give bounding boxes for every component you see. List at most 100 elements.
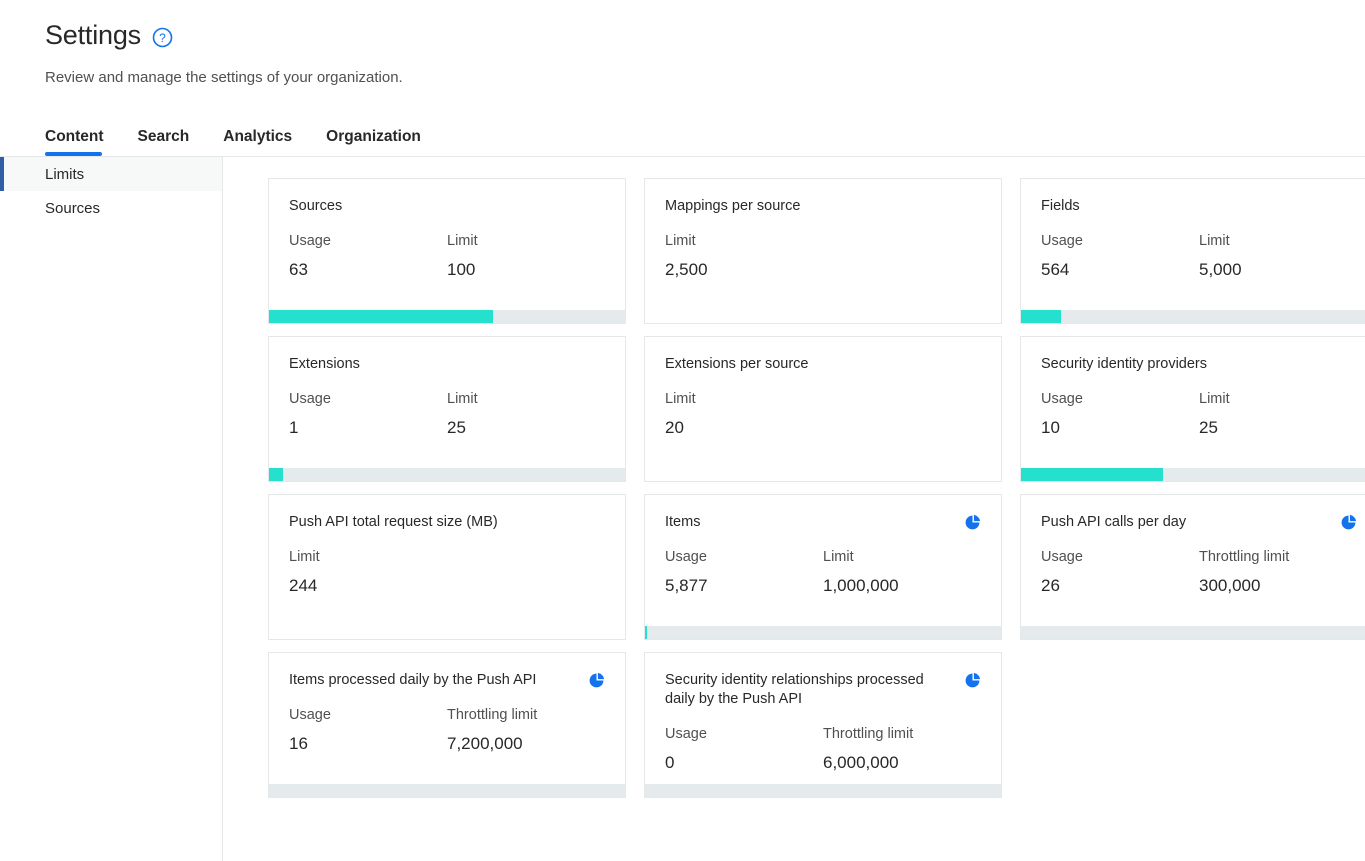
card-title-row: Sources bbox=[289, 197, 605, 216]
usage-metric: Usage 10 bbox=[1041, 390, 1199, 439]
usage-metric: Usage 5,877 bbox=[665, 548, 823, 597]
usage-progress-fill bbox=[269, 310, 494, 323]
limit-metric: Throttling limit 300,000 bbox=[1199, 548, 1357, 597]
usage-progress-bar bbox=[645, 784, 1001, 797]
limit-label: Limit bbox=[1199, 391, 1230, 407]
tab-content[interactable]: Content bbox=[45, 128, 122, 156]
usage-value: 10 bbox=[1041, 418, 1060, 437]
limit-value: 25 bbox=[1199, 418, 1218, 437]
page-subtitle: Review and manage the settings of your o… bbox=[45, 69, 403, 86]
limit-card: Sources Usage 63 Limit 100 bbox=[268, 178, 626, 324]
pie-chart-icon[interactable] bbox=[964, 514, 981, 531]
card-metrics: Usage 63 Limit 100 bbox=[289, 232, 605, 281]
card-title: Items processed daily by the Push API bbox=[289, 672, 537, 688]
usage-progress-fill bbox=[269, 468, 284, 481]
pie-chart-icon[interactable] bbox=[964, 672, 981, 689]
limit-label: Limit bbox=[823, 549, 854, 565]
tab-bar: Content Search Analytics Organization bbox=[45, 114, 1365, 156]
limit-value: 2,500 bbox=[665, 260, 708, 279]
card-title: Extensions per source bbox=[665, 356, 809, 372]
usage-value: 1 bbox=[289, 418, 299, 437]
card-title: Fields bbox=[1041, 198, 1080, 214]
limit-value: 5,000 bbox=[1199, 260, 1242, 279]
card-title: Mappings per source bbox=[665, 198, 801, 214]
usage-progress-fill bbox=[1021, 468, 1164, 481]
limit-card: Push API total request size (MB) Limit 244 bbox=[268, 494, 626, 640]
usage-metric: Usage 564 bbox=[1041, 232, 1199, 281]
limit-label: Limit bbox=[1199, 233, 1230, 249]
card-title-row: Push API total request size (MB) bbox=[289, 513, 605, 532]
body: Limits Sources Sources Usage 63 Limit 10 0 Map… bbox=[0, 157, 1365, 861]
card-title-row: Security identity providers bbox=[1041, 355, 1357, 374]
card-title: Push API total request size (MB) bbox=[289, 514, 498, 530]
limit-card: Items Usage 5,877 Limit 1,000,000 bbox=[644, 494, 1002, 640]
usage-label: Usage bbox=[289, 233, 331, 249]
limit-metric: Limit 25 bbox=[1199, 390, 1357, 439]
limit-label: Throttling limit bbox=[447, 707, 538, 723]
limit-value: 300,000 bbox=[1199, 576, 1261, 595]
limit-metric: Limit 5,000 bbox=[1199, 232, 1357, 281]
card-metrics: Usage 5,877 Limit 1,000,000 bbox=[665, 548, 981, 597]
limit-label: Limit bbox=[665, 233, 696, 249]
card-title-row: Push API calls per day bbox=[1041, 513, 1357, 532]
tab-search-label: Search bbox=[137, 128, 190, 145]
card-title-row: Items bbox=[665, 513, 981, 532]
card-title-row: Fields bbox=[1041, 197, 1357, 216]
pie-chart-icon[interactable] bbox=[1340, 514, 1357, 531]
usage-metric: Usage 0 bbox=[665, 725, 823, 774]
usage-metric: Usage 63 bbox=[289, 232, 447, 281]
tab-organization[interactable]: Organization bbox=[326, 128, 439, 156]
limit-value: 6,000,000 bbox=[823, 753, 899, 772]
limit-label: Limit bbox=[289, 549, 320, 565]
usage-label: Usage bbox=[1041, 549, 1083, 565]
usage-label: Usage bbox=[1041, 391, 1083, 407]
usage-label: Usage bbox=[665, 549, 707, 565]
limit-metric: Limit 20 bbox=[665, 390, 823, 439]
limit-value: 244 bbox=[289, 576, 318, 595]
limit-value: 20 bbox=[665, 418, 684, 437]
sidebar-item-label: Limits bbox=[45, 165, 85, 183]
usage-progress-bar bbox=[269, 310, 625, 323]
card-title: Sources bbox=[289, 198, 343, 214]
help-circle-icon[interactable]: ? bbox=[152, 27, 173, 48]
card-title-row: Mappings per source bbox=[665, 197, 981, 216]
usage-metric: Usage 26 bbox=[1041, 548, 1199, 597]
card-title: Push API calls per day bbox=[1041, 514, 1187, 530]
limits-card-grid: Sources Usage 63 Limit 10 0 Mappings per sourc… bbox=[268, 178, 1365, 798]
card-metrics: Limit 244 bbox=[289, 548, 605, 597]
usage-label: Usage bbox=[289, 391, 331, 407]
tab-analytics[interactable]: Analytics bbox=[223, 128, 310, 156]
card-title-row: Extensions per source bbox=[665, 355, 981, 374]
limit-value: 1,000,000 bbox=[823, 576, 899, 595]
pie-chart-icon[interactable] bbox=[588, 672, 605, 689]
sidebar-item-sources[interactable]: Sources bbox=[0, 191, 222, 225]
usage-progress-bar bbox=[1021, 310, 1365, 323]
limit-value: 25 bbox=[447, 418, 466, 437]
card-metrics: Limit 20 bbox=[665, 390, 981, 439]
title-row: Settings ? bbox=[45, 18, 1365, 52]
card-title-row: Items processed daily by the Push API bbox=[289, 671, 605, 690]
limit-metric: Limit 1,000,000 bbox=[823, 548, 981, 597]
usage-metric: Usage 1 bbox=[289, 390, 447, 439]
tab-search[interactable]: Search bbox=[138, 128, 208, 156]
sidebar-item-label: Sources bbox=[45, 199, 101, 217]
usage-value: 63 bbox=[289, 260, 308, 279]
limit-value: 7,200,000 bbox=[447, 734, 523, 753]
card-metrics: Usage 1 Limit 25 bbox=[289, 390, 605, 439]
usage-progress-bar bbox=[269, 784, 625, 797]
limit-metric: Limit 25 bbox=[447, 390, 605, 439]
limit-card: Push API calls per day Usage 26 Throttling … bbox=[1020, 494, 1365, 640]
card-title: Security identity providers bbox=[1041, 356, 1208, 372]
limit-label: Throttling limit bbox=[1199, 549, 1290, 565]
sidebar-item-limits[interactable]: Limits bbox=[0, 157, 222, 191]
usage-label: Usage bbox=[289, 707, 331, 723]
tab-organization-label: Organization bbox=[326, 128, 421, 145]
usage-progress-fill bbox=[645, 626, 648, 639]
usage-value: 0 bbox=[665, 753, 675, 772]
card-title-row: Extensions bbox=[289, 355, 605, 374]
card-title: Security identity relationships processe… bbox=[665, 672, 924, 707]
usage-progress-fill bbox=[1021, 310, 1062, 323]
usage-value: 564 bbox=[1041, 260, 1070, 279]
tab-active-underline bbox=[45, 152, 102, 156]
usage-value: 16 bbox=[289, 734, 308, 753]
